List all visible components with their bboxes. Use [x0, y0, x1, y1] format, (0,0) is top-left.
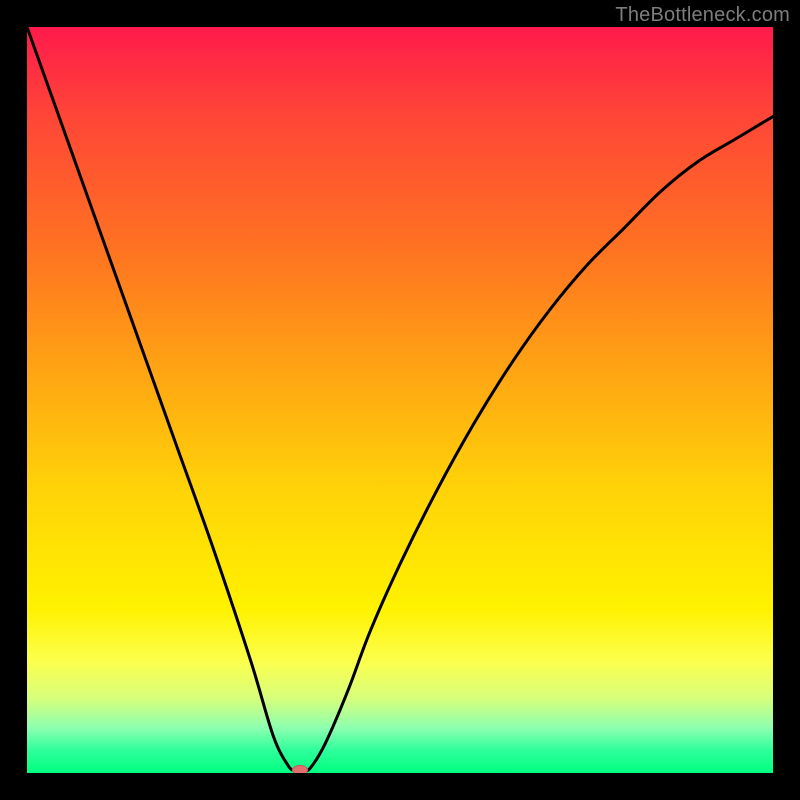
bottleneck-curve — [27, 27, 773, 773]
plot-area — [27, 27, 773, 773]
chart-frame: TheBottleneck.com — [0, 0, 800, 800]
optimum-marker — [292, 765, 308, 773]
watermark-text: TheBottleneck.com — [615, 4, 790, 27]
